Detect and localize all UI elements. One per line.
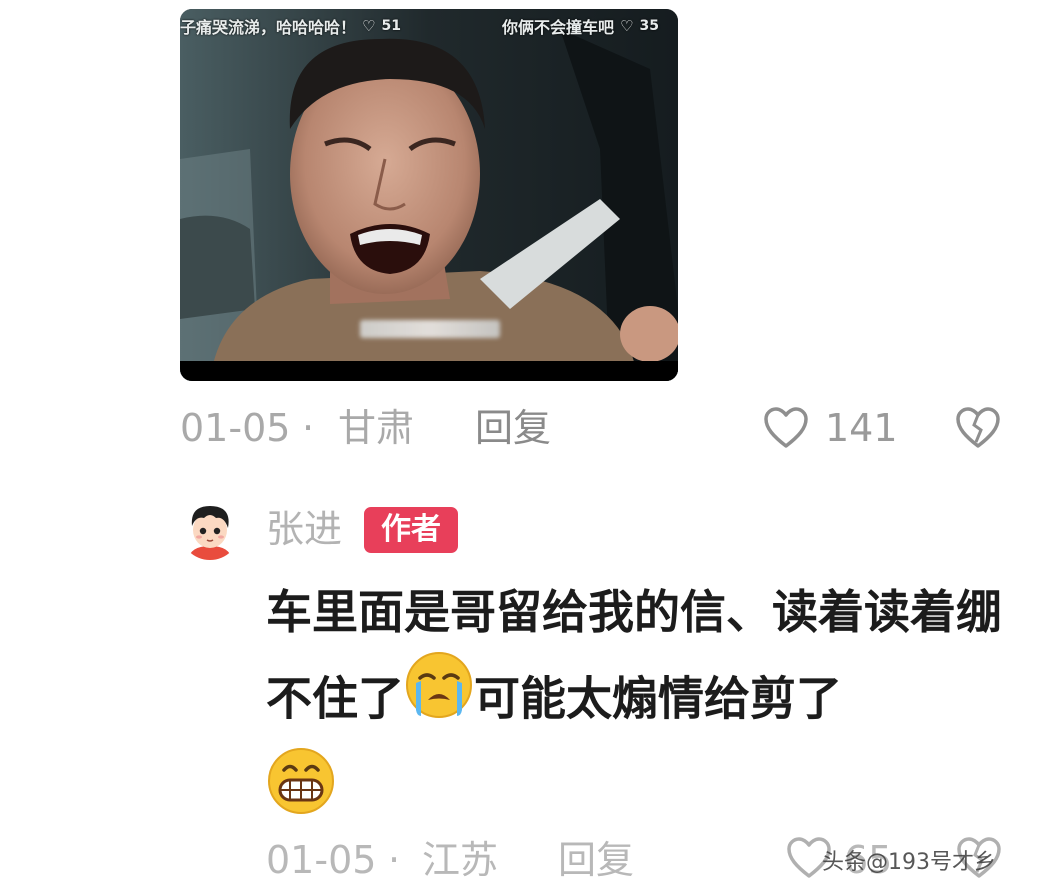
author-name[interactable]: 张进 (266, 502, 342, 556)
blurred-subtitle (360, 320, 500, 338)
heart-icon: ♡ (362, 17, 376, 35)
like-count: 141 (825, 406, 898, 450)
comment-text-part: 可能太煽情给剪了 (474, 671, 842, 726)
author-avatar[interactable] (180, 500, 240, 560)
meta-separator: · (302, 406, 315, 450)
reply-button[interactable]: 回复 (475, 400, 551, 456)
grinning-face-icon (266, 746, 336, 842)
comment-date: 01-05 (180, 406, 291, 450)
like-heart-icon[interactable] (763, 406, 809, 450)
comment-meta-row: 01-05 · 甘肃 回复 141 (180, 400, 1010, 456)
danmu-text: 子痛哭流涕，哈哈哈哈！ (180, 18, 357, 37)
danmu-comment: 你俩不会撞车吧 ♡ 35 (502, 15, 659, 37)
comment-location: 江苏 (422, 838, 499, 882)
danmu-like-count: 51 (381, 18, 401, 34)
dislike-broken-heart-icon[interactable] (955, 406, 1001, 450)
meta-separator: · (388, 838, 401, 882)
danmu-comment: 子痛哭流涕，哈哈哈哈！ ♡ 51 (180, 15, 401, 37)
comment-location: 甘肃 (338, 406, 415, 450)
comment-date: 01-05 (266, 838, 377, 882)
watermark: 头条@193号才乡 (822, 850, 996, 875)
comment-body: 车里面是哥留给我的信、读着读着绷不住了 可能太煽情给剪了 (266, 570, 1026, 846)
danmu-like-count: 35 (639, 18, 659, 34)
reply-button[interactable]: 回复 (558, 832, 634, 888)
cartoon-boy-avatar-icon (180, 500, 240, 560)
loudly-crying-face-icon (404, 650, 474, 746)
heart-icon: ♡ (620, 17, 634, 35)
author-badge: 作者 (364, 507, 458, 553)
danmu-text: 你俩不会撞车吧 (502, 18, 615, 37)
